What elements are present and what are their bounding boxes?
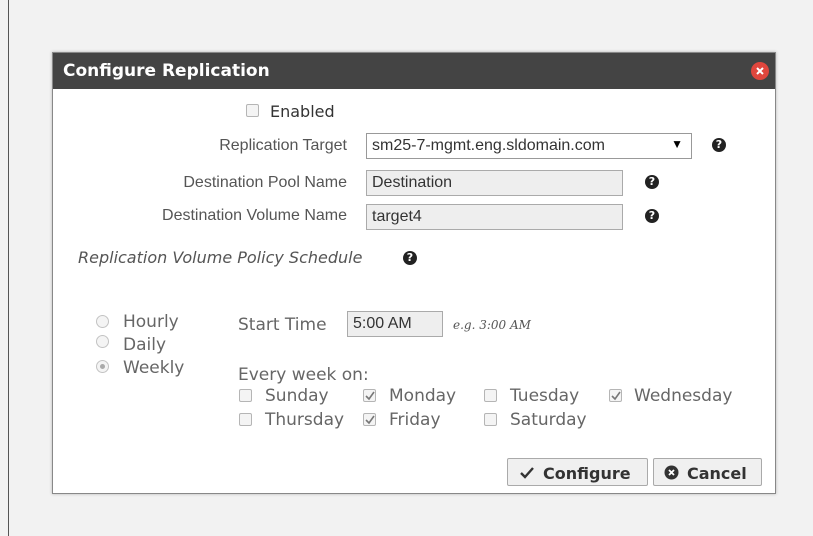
checkmark-icon <box>365 415 375 425</box>
tuesday-checkbox[interactable] <box>484 389 497 402</box>
daily-label: Daily <box>123 335 167 355</box>
enabled-checkbox[interactable] <box>246 104 259 117</box>
dialog-title: Configure Replication <box>63 61 270 81</box>
checkmark-icon <box>611 391 621 401</box>
close-icon[interactable] <box>751 62 769 80</box>
cancel-button-label: Cancel <box>687 464 747 483</box>
weekly-label: Weekly <box>123 358 185 378</box>
saturday-checkbox[interactable] <box>484 413 497 426</box>
wednesday-label: Wednesday <box>634 386 733 406</box>
dialog-titlebar: Configure Replication <box>53 53 775 89</box>
start-time-label: Start Time <box>238 315 327 335</box>
configure-button[interactable]: Configure <box>507 458 648 486</box>
destination-pool-help-icon[interactable]: ? <box>645 175 659 189</box>
sunday-checkbox[interactable] <box>239 389 252 402</box>
cancel-button[interactable]: Cancel <box>653 458 762 486</box>
schedule-title: Replication Volume Policy Schedule <box>78 248 363 267</box>
monday-label: Monday <box>389 386 457 406</box>
start-time-hint: e.g. 3:00 AM <box>453 318 531 332</box>
daily-radio[interactable] <box>96 335 109 348</box>
replication-target-help-icon[interactable]: ? <box>712 138 726 152</box>
configure-button-label: Configure <box>543 464 631 483</box>
x-circle-icon <box>664 465 679 480</box>
schedule-help-icon[interactable]: ? <box>403 251 417 265</box>
every-week-label: Every week on: <box>238 365 369 385</box>
replication-target-label: Replication Target <box>219 137 347 154</box>
chevron-down-icon: ▼ <box>671 137 683 151</box>
sunday-label: Sunday <box>265 386 329 406</box>
hourly-label: Hourly <box>123 312 179 332</box>
hourly-radio[interactable] <box>96 315 109 328</box>
weekly-radio[interactable] <box>96 360 109 373</box>
destination-volume-help-icon[interactable]: ? <box>645 209 659 223</box>
replication-target-select[interactable]: sm25-7-mgmt.eng.sldomain.com ▼ <box>366 133 692 159</box>
thursday-checkbox[interactable] <box>239 413 252 426</box>
destination-pool-field[interactable]: Destination <box>366 170 623 196</box>
start-time-field[interactable]: 5:00 AM <box>347 311 443 337</box>
checkmark-icon <box>520 467 534 479</box>
replication-target-value: sm25-7-mgmt.eng.sldomain.com <box>372 137 605 154</box>
saturday-label: Saturday <box>510 410 587 430</box>
enabled-label: Enabled <box>270 102 335 121</box>
friday-checkbox[interactable] <box>363 413 376 426</box>
checkmark-icon <box>365 391 375 401</box>
wednesday-checkbox[interactable] <box>609 389 622 402</box>
thursday-label: Thursday <box>265 410 345 430</box>
destination-pool-label: Destination Pool Name <box>183 174 347 191</box>
friday-label: Friday <box>389 410 441 430</box>
monday-checkbox[interactable] <box>363 389 376 402</box>
destination-volume-label: Destination Volume Name <box>162 207 347 224</box>
configure-replication-dialog: Configure Replication Enabled Replicatio… <box>52 52 776 494</box>
destination-volume-field[interactable]: target4 <box>366 204 623 230</box>
tuesday-label: Tuesday <box>510 386 580 406</box>
